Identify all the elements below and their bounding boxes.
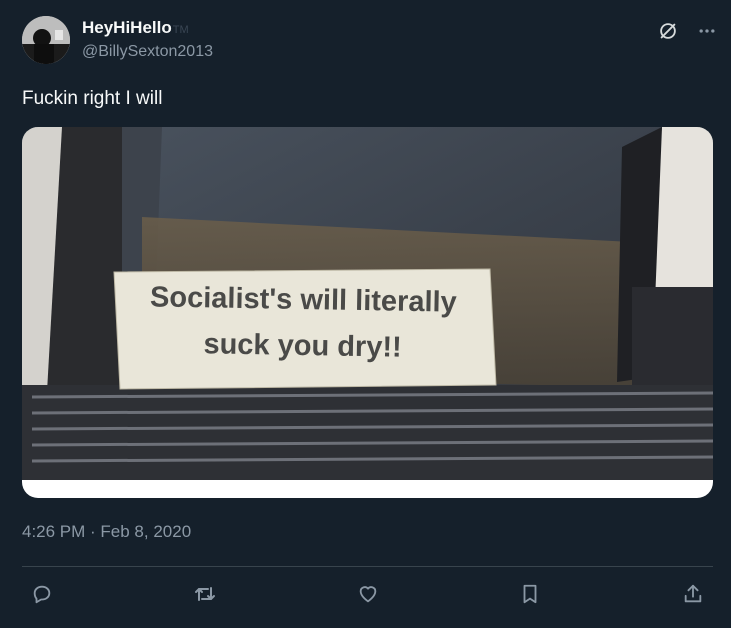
tweet-timestamp[interactable]: 4:26 PM · Feb 8, 2020	[22, 522, 191, 542]
more-icon[interactable]	[697, 21, 717, 41]
photo-scene: Socialist's will literally suck you dry!…	[22, 127, 713, 480]
divider	[22, 566, 713, 567]
grok-slash-icon[interactable]	[657, 20, 679, 42]
bookmark-icon	[519, 583, 541, 610]
user-handle[interactable]: @BillySexton2013	[82, 43, 213, 61]
tweet-image[interactable]: Socialist's will literally suck you dry!…	[22, 127, 713, 498]
retweet-icon	[193, 582, 217, 611]
name-badge: TM	[172, 24, 189, 36]
display-name[interactable]: HeyHiHello	[82, 18, 172, 38]
reply-button[interactable]	[22, 580, 62, 612]
avatar[interactable]	[22, 16, 70, 64]
share-icon	[682, 583, 704, 610]
author-name-row[interactable]: HeyHiHello TM	[82, 18, 189, 38]
bookmark-button[interactable]	[510, 580, 550, 612]
avatar-image	[22, 16, 70, 64]
retweet-button[interactable]	[185, 580, 225, 612]
tweet-text: Fuckin right I will	[22, 88, 163, 109]
reply-icon	[31, 583, 53, 610]
header-actions	[657, 20, 717, 42]
sign-line: Socialist's will literally	[149, 281, 458, 319]
like-button[interactable]	[348, 580, 388, 612]
sign-line: suck you dry!!	[203, 328, 402, 364]
share-button[interactable]	[673, 580, 713, 612]
tweet: HeyHiHello TM @BillySexton2013 Fuckin ri…	[0, 0, 731, 628]
heart-icon	[357, 583, 379, 610]
action-bar	[22, 580, 713, 612]
sign-text: Socialist's will literally suck you dry!…	[119, 274, 487, 372]
